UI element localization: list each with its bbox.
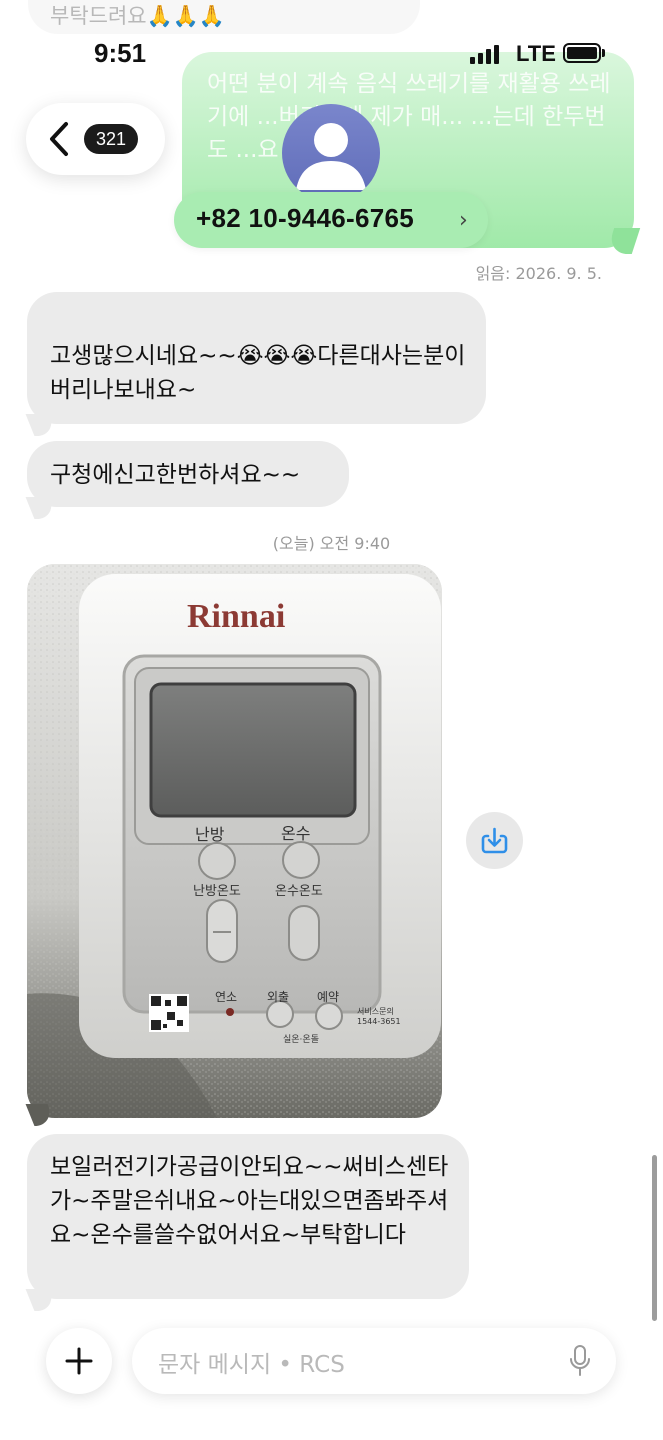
battery-icon — [563, 43, 601, 63]
battery-tip — [602, 49, 605, 57]
photo-label-hot-water: 온수 — [281, 824, 311, 843]
message-timestamp: (오늘) 오전 9:40 — [272, 534, 391, 553]
photo-label-heating: 난방 — [195, 825, 225, 844]
download-icon — [481, 827, 508, 854]
person-avatar-icon — [296, 123, 366, 190]
mic-icon[interactable] — [568, 1344, 592, 1378]
received-message-text: 고생많으시네요~~😭😭😭다른대사는분이버리나보내요~ — [50, 343, 466, 403]
photo-label-water-temp: 온수온도 — [275, 884, 323, 899]
read-receipt: 읽음: 2026. 9. 5. — [475, 264, 602, 283]
photo-label-combustion: 연소 — [215, 990, 238, 1004]
unread-count-badge: 321 — [84, 124, 138, 154]
signal-icon — [470, 44, 506, 64]
boiler-controller-photo — [27, 564, 442, 1118]
status-time: 9:51 — [94, 38, 147, 68]
attach-button[interactable] — [46, 1328, 112, 1394]
chevron-right-icon[interactable]: › — [459, 208, 468, 233]
photo-brand-text: Rinnai — [187, 598, 286, 635]
received-message-text: 보일러전기가공급이안되요~~써비스센타가~주말은쉬내요~아는대있으면좀봐주셔요~… — [50, 1154, 449, 1248]
message-input-placeholder: 문자 메시지 • RCS — [158, 1352, 345, 1378]
network-label: LTE — [516, 41, 556, 66]
photo-service-phone: 1544-3651 — [357, 1017, 401, 1026]
photo-label-heating-temp: 난방온도 — [193, 884, 241, 899]
plus-icon — [65, 1347, 93, 1375]
contact-avatar[interactable] — [282, 104, 380, 202]
partial-message-text: 부탁드려요🙏🙏🙏 — [50, 4, 226, 28]
back-chevron-icon[interactable] — [46, 121, 72, 157]
received-message-text: 구청에신고한번하셔요~~ — [50, 462, 301, 488]
contact-phone-number[interactable]: +82 10-9446-6765 — [196, 203, 414, 234]
photo-label-indoor: 실온·온돌 — [283, 1035, 319, 1045]
photo-attachment[interactable]: Rinnai 난방 온수 난방온도 온수온도 연소 외출 예약 실온·온돌 서비… — [27, 564, 442, 1118]
scrollbar[interactable] — [652, 1155, 657, 1321]
photo-label-reserve: 예약 — [317, 990, 340, 1004]
download-button[interactable] — [466, 812, 523, 869]
photo-service-label: 서비스문의 — [357, 1007, 394, 1016]
sent-message-text: 어떤 분이 계속 음식 쓰레기를 재활용 쓰레기에 ...버리는데 제가 매..… — [207, 71, 611, 163]
photo-label-away: 외출 — [267, 990, 290, 1004]
